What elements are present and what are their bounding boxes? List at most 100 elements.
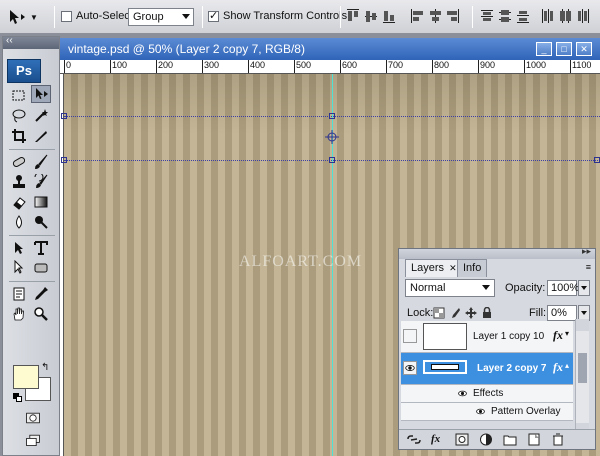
crop-tool[interactable] <box>9 127 29 145</box>
marquee-tool[interactable] <box>9 87 29 105</box>
fx-menu-icon[interactable]: fx <box>431 433 445 446</box>
notes-tool[interactable] <box>9 285 29 303</box>
slice-tool[interactable] <box>31 127 51 145</box>
healing-brush-tool[interactable] <box>9 153 29 171</box>
tab-layers[interactable]: Layers ✕ <box>405 259 463 277</box>
blend-mode-dropdown[interactable]: Normal <box>405 279 495 297</box>
divider <box>54 6 55 28</box>
ruler-label: 100 <box>112 60 128 70</box>
distribute-bottom-icon[interactable] <box>516 8 530 24</box>
gradient-tool[interactable] <box>31 193 51 211</box>
distribute-vertical-centers-icon[interactable] <box>498 8 512 24</box>
layer-thumbnail <box>423 323 467 350</box>
minimize-button[interactable]: _ <box>536 42 552 56</box>
hand-tool[interactable] <box>9 305 29 323</box>
transform-handle[interactable] <box>61 113 67 119</box>
close-button[interactable]: ✕ <box>576 42 592 56</box>
lock-position-icon[interactable] <box>465 307 477 319</box>
distribute-right-icon[interactable] <box>576 8 590 24</box>
adjustment-layer-icon[interactable] <box>479 433 493 446</box>
align-right-edges-icon[interactable] <box>446 8 460 24</box>
zoom-tool[interactable] <box>31 305 51 323</box>
ruler-label: 0 <box>66 60 72 70</box>
clone-stamp-tool[interactable] <box>9 173 29 191</box>
align-top-edges-icon[interactable] <box>346 8 360 24</box>
chevron-down-icon <box>482 285 490 290</box>
transform-handle[interactable] <box>329 157 335 163</box>
tool-preset-picker[interactable]: ▼ <box>8 7 48 27</box>
fx-icon[interactable]: fx <box>553 360 563 375</box>
maximize-button[interactable]: □ <box>556 42 572 56</box>
fill-input[interactable]: 0% <box>547 305 577 321</box>
lock-all-icon[interactable] <box>481 306 493 319</box>
eyedropper-tool[interactable] <box>31 285 51 303</box>
horizontal-ruler[interactable]: 0 100 200 300 400 500 600 700 800 900 10… <box>60 60 600 74</box>
align-vertical-centers-icon[interactable] <box>364 8 378 24</box>
align-horizontal-centers-icon[interactable] <box>428 8 442 24</box>
expand-effects-icon[interactable]: ▾ <box>565 329 569 338</box>
align-bottom-edges-icon[interactable] <box>382 8 396 24</box>
transform-handle[interactable] <box>329 113 335 119</box>
rectangle-tool[interactable] <box>31 259 51 277</box>
effect-item-row[interactable]: Pattern Overlay <box>401 403 573 421</box>
layers-scrollbar[interactable] <box>575 319 589 435</box>
link-layers-icon[interactable] <box>407 433 421 446</box>
align-left-edges-icon[interactable] <box>410 8 424 24</box>
new-group-icon[interactable] <box>503 433 517 446</box>
scroll-thumb[interactable] <box>578 353 587 383</box>
layer-row[interactable]: Layer 1 copy 10 fx ▾ <box>401 321 573 353</box>
eye-icon[interactable] <box>403 361 417 375</box>
panel-menu-icon[interactable]: ≡ <box>586 262 591 272</box>
opacity-slider-button[interactable] <box>578 280 590 296</box>
brush-tool[interactable] <box>31 153 51 171</box>
new-layer-icon[interactable] <box>527 433 541 446</box>
lock-transparency-icon[interactable] <box>433 307 445 319</box>
auto-select-checkbox[interactable] <box>61 11 72 22</box>
layer-row-selected[interactable]: Layer 2 copy 7 fx ▴ <box>401 353 573 385</box>
screen-mode-icon[interactable] <box>21 431 45 449</box>
ruler-label: 800 <box>434 60 450 70</box>
type-tool[interactable] <box>31 239 51 257</box>
reference-point-icon[interactable] <box>325 130 339 144</box>
foreground-color-swatch[interactable] <box>13 365 39 389</box>
opacity-label: Opacity: <box>505 282 546 294</box>
transform-handle[interactable] <box>61 157 67 163</box>
close-icon[interactable]: ✕ <box>449 263 457 273</box>
show-transform-checkbox[interactable] <box>208 9 219 22</box>
add-mask-icon[interactable] <box>455 433 469 446</box>
divider <box>9 149 55 150</box>
photoshop-logo[interactable]: Ps <box>7 59 41 83</box>
scroll-up-arrow[interactable] <box>576 319 589 331</box>
swap-colors-icon[interactable]: ↰ <box>41 362 49 373</box>
distribute-horizontal-centers-icon[interactable] <box>558 8 572 24</box>
transform-handle[interactable] <box>594 157 600 163</box>
tab-info[interactable]: Info <box>457 259 488 277</box>
effects-row[interactable]: Effects <box>401 385 573 403</box>
default-colors-icon[interactable] <box>13 393 22 402</box>
panel-grip[interactable] <box>399 246 595 259</box>
path-selection-tool[interactable] <box>9 239 29 257</box>
eye-icon[interactable] <box>475 406 486 420</box>
pen-tool[interactable] <box>9 259 29 277</box>
collapse-effects-icon[interactable]: ▴ <box>565 361 569 370</box>
eye-icon[interactable] <box>457 388 468 402</box>
blur-tool[interactable] <box>9 213 29 231</box>
history-brush-tool[interactable] <box>31 173 51 191</box>
visibility-toggle[interactable] <box>403 329 417 343</box>
ruler-label: 1100 <box>572 60 592 70</box>
distribute-top-icon[interactable] <box>480 8 494 24</box>
trash-icon[interactable] <box>551 433 565 446</box>
opacity-input[interactable]: 100% <box>547 280 579 296</box>
toolbox-grip[interactable] <box>3 35 59 49</box>
move-tool[interactable] <box>31 85 51 103</box>
distribute-left-icon[interactable] <box>540 8 554 24</box>
magic-wand-tool[interactable] <box>31 107 51 125</box>
fx-icon[interactable]: fx <box>553 328 563 343</box>
eraser-tool[interactable] <box>9 193 29 211</box>
quick-mask-icon[interactable] <box>21 409 45 427</box>
lasso-tool[interactable] <box>9 107 29 125</box>
lock-pixels-icon[interactable] <box>449 307 461 319</box>
auto-select-dropdown[interactable]: Group <box>128 8 194 26</box>
dodge-tool[interactable] <box>31 213 51 231</box>
document-title-bar[interactable]: vintage.psd @ 50% (Layer 2 copy 7, RGB/8… <box>60 38 600 60</box>
